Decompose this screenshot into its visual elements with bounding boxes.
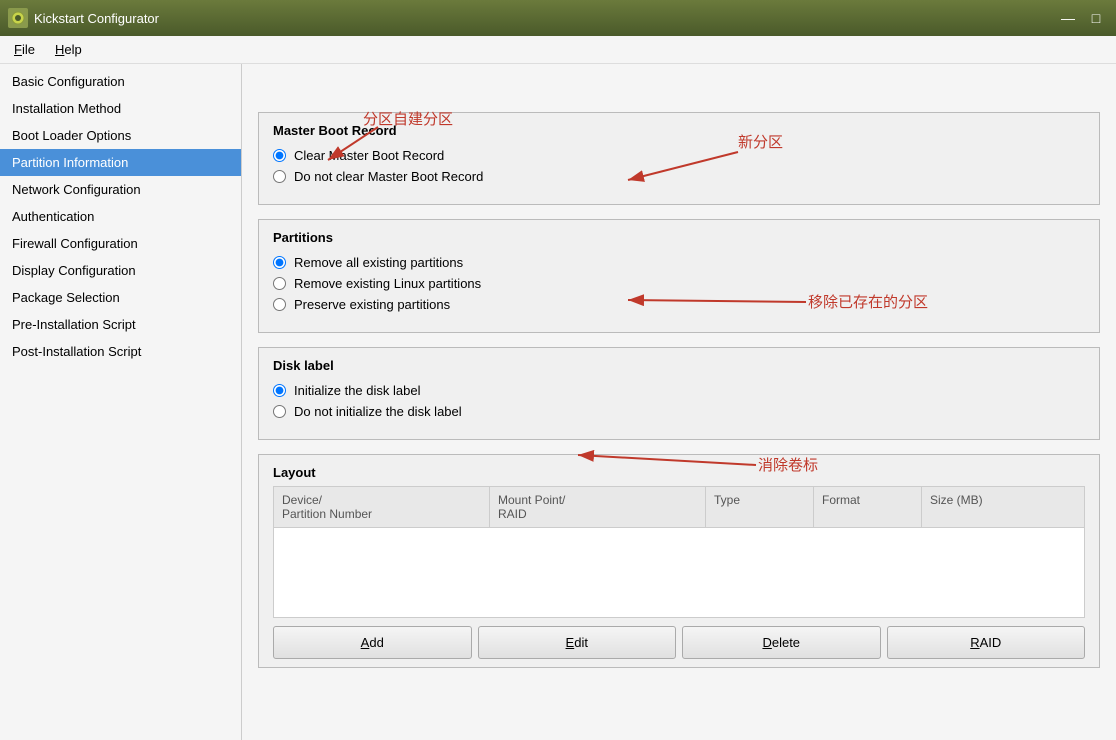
layout-table-body bbox=[273, 528, 1085, 618]
window-controls: — □ bbox=[1056, 6, 1108, 30]
sidebar: Basic Configuration Installation Method … bbox=[0, 64, 242, 740]
mbr-clear-radio[interactable] bbox=[273, 149, 286, 162]
disk-noinit-row: Do not initialize the disk label bbox=[273, 404, 1085, 419]
partitions-preserve-radio[interactable] bbox=[273, 298, 286, 311]
disk-label-section: Disk label Initialize the disk label Do … bbox=[258, 347, 1100, 440]
raid-button[interactable]: RAID bbox=[887, 626, 1086, 659]
sidebar-item-partition-information[interactable]: Partition Information bbox=[0, 149, 241, 176]
layout-button-row: Add Edit Delete RAID bbox=[259, 618, 1099, 667]
sidebar-item-post-installation-script[interactable]: Post-Installation Script bbox=[0, 338, 241, 365]
master-boot-record-section: Master Boot Record Clear Master Boot Rec… bbox=[258, 112, 1100, 205]
sidebar-item-basic-config[interactable]: Basic Configuration bbox=[0, 68, 241, 95]
layout-section: Layout Device/Partition Number Mount Poi… bbox=[258, 454, 1100, 668]
sidebar-item-boot-loader-options[interactable]: Boot Loader Options bbox=[0, 122, 241, 149]
col-mount: Mount Point/RAID bbox=[490, 487, 706, 527]
layout-title: Layout bbox=[259, 455, 1099, 486]
mbr-noclear-label[interactable]: Do not clear Master Boot Record bbox=[294, 169, 483, 184]
delete-button[interactable]: Delete bbox=[682, 626, 881, 659]
sidebar-item-display-configuration[interactable]: Display Configuration bbox=[0, 257, 241, 284]
partitions-section: Partitions Remove all existing partition… bbox=[258, 219, 1100, 333]
col-size: Size (MB) bbox=[922, 487, 1084, 527]
mbr-noclear-row: Do not clear Master Boot Record bbox=[273, 169, 1085, 184]
sidebar-item-package-selection[interactable]: Package Selection bbox=[0, 284, 241, 311]
mbr-clear-row: Clear Master Boot Record bbox=[273, 148, 1085, 163]
sidebar-item-firewall-configuration[interactable]: Firewall Configuration bbox=[0, 230, 241, 257]
menu-help[interactable]: Help bbox=[45, 38, 92, 61]
partitions-remove-all-radio[interactable] bbox=[273, 256, 286, 269]
disk-init-radio[interactable] bbox=[273, 384, 286, 397]
partitions-remove-linux-row: Remove existing Linux partitions bbox=[273, 276, 1085, 291]
col-device: Device/Partition Number bbox=[274, 487, 490, 527]
main-container: Basic Configuration Installation Method … bbox=[0, 64, 1116, 740]
titlebar: Kickstart Configurator — □ bbox=[0, 0, 1116, 36]
edit-button[interactable]: Edit bbox=[478, 626, 677, 659]
sidebar-item-network-configuration[interactable]: Network Configuration bbox=[0, 176, 241, 203]
sidebar-item-installation-method[interactable]: Installation Method bbox=[0, 95, 241, 122]
col-type: Type bbox=[706, 487, 814, 527]
maximize-button[interactable]: □ bbox=[1084, 6, 1108, 30]
menu-file[interactable]: File bbox=[4, 38, 45, 61]
disk-init-label[interactable]: Initialize the disk label bbox=[294, 383, 420, 398]
menubar: File Help bbox=[0, 36, 1116, 64]
partitions-remove-linux-radio[interactable] bbox=[273, 277, 286, 290]
disk-noinit-radio[interactable] bbox=[273, 405, 286, 418]
partitions-remove-linux-label[interactable]: Remove existing Linux partitions bbox=[294, 276, 481, 291]
minimize-button[interactable]: — bbox=[1056, 6, 1080, 30]
disk-init-row: Initialize the disk label bbox=[273, 383, 1085, 398]
disk-label-title: Disk label bbox=[273, 358, 1085, 373]
app-icon bbox=[8, 8, 28, 28]
layout-table-header: Device/Partition Number Mount Point/RAID… bbox=[273, 486, 1085, 528]
content-area: 分区自建分区 新分区 移除已存在的分区 消除卷标 bbox=[242, 64, 1116, 740]
col-format: Format bbox=[814, 487, 922, 527]
partitions-preserve-row: Preserve existing partitions bbox=[273, 297, 1085, 312]
mbr-title: Master Boot Record bbox=[273, 123, 1085, 138]
mbr-clear-label[interactable]: Clear Master Boot Record bbox=[294, 148, 444, 163]
partitions-preserve-label[interactable]: Preserve existing partitions bbox=[294, 297, 450, 312]
mbr-noclear-radio[interactable] bbox=[273, 170, 286, 183]
sidebar-item-authentication[interactable]: Authentication bbox=[0, 203, 241, 230]
partitions-remove-all-row: Remove all existing partitions bbox=[273, 255, 1085, 270]
partitions-remove-all-label[interactable]: Remove all existing partitions bbox=[294, 255, 463, 270]
sidebar-item-pre-installation-script[interactable]: Pre-Installation Script bbox=[0, 311, 241, 338]
add-button[interactable]: Add bbox=[273, 626, 472, 659]
window-title: Kickstart Configurator bbox=[34, 11, 1056, 26]
disk-noinit-label[interactable]: Do not initialize the disk label bbox=[294, 404, 462, 419]
partitions-title: Partitions bbox=[273, 230, 1085, 245]
